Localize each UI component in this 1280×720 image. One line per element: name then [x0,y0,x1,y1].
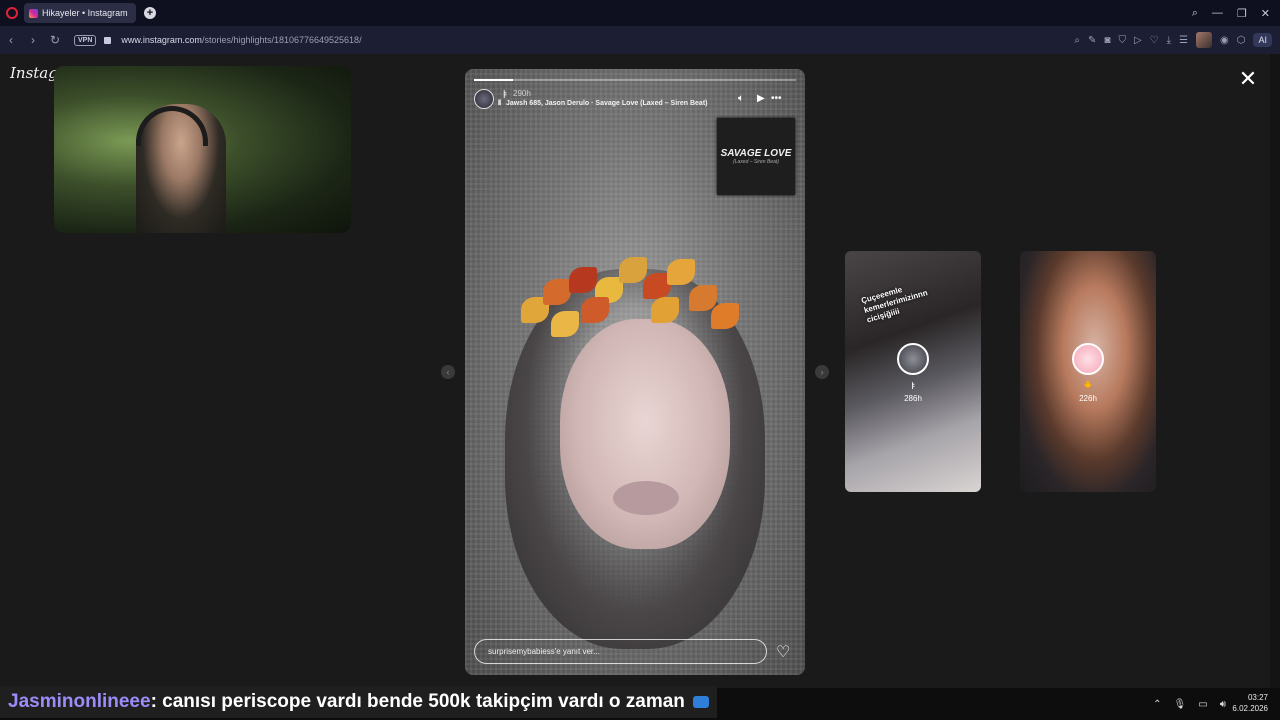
previous-story-icon[interactable]: ‹ [441,365,455,379]
url-host: www.instagram.com [121,35,202,45]
volume-icon[interactable]: 🔊︎ [1220,699,1226,710]
reload-button[interactable]: ↻ [44,33,66,47]
webcam-overlay [54,66,351,233]
story-music[interactable]: ⦀ Jawsh 685, Jason Derulo · Savage Love … [498,100,707,108]
album-subtitle: (Laxed – Siren Beat) [733,159,779,165]
side-story[interactable]: 🐥 226h [1020,251,1156,492]
tab-bar: Hikayeler • Instagram + ⌕ — ❐ ✕ [0,0,1280,26]
extension-icon[interactable]: ◉ [1220,35,1229,46]
leaf [543,279,571,305]
chat-badge-icon [692,696,709,708]
profile-avatar[interactable] [1196,32,1213,48]
leaf [581,297,609,323]
clock-date: 6.02.2026 [1232,704,1268,713]
leaf [667,259,695,285]
tab-instagram[interactable]: Hikayeler • Instagram [24,3,136,23]
leaf [619,257,647,283]
active-story[interactable]: ㅑ 290h ⦀ Jawsh 685, Jason Derulo · Savag… [465,69,805,675]
story-lips [613,481,679,515]
lock-icon[interactable] [104,36,112,44]
story-progress-fill [474,79,513,81]
taskbar-clock[interactable]: 03:27 6.02.2026 [1228,692,1268,714]
system-tray: ⌃ 🎙︎ ▭ 🔊︎ [1153,688,1226,720]
minimize-button[interactable]: — [1212,7,1223,19]
url-field[interactable]: www.instagram.com/stories/highlights/181… [121,35,361,45]
restore-button[interactable]: ❐ [1237,7,1247,20]
close-window-button[interactable]: ✕ [1261,7,1270,20]
leaf [689,285,717,311]
leaf [551,311,579,337]
search-tabs-icon[interactable]: ⌕ [1192,7,1198,20]
cube-icon[interactable]: ⬡ [1237,35,1246,46]
story-time: 290h [513,89,531,98]
side-story-time: 226h [1079,394,1097,403]
new-tab-button[interactable]: + [144,7,156,19]
download-icon[interactable]: ⤓ [1167,35,1171,46]
display-icon[interactable]: ▭ [1198,699,1207,710]
menu-icon[interactable]: ☰ [1179,35,1188,46]
side-story[interactable]: Çuçeeemle kemerlerimizinnn cicişiğiiii ㅑ… [845,251,981,492]
chat-overlay: Jasminonlineee : canısı periscope vardı … [0,686,717,718]
story-avatar[interactable] [474,89,494,109]
side-story-username: 🐥 [1083,382,1093,389]
next-story-icon[interactable]: › [815,365,829,379]
play-icon[interactable]: ▷ [1134,35,1142,46]
side-story-avatar [1072,343,1104,375]
more-options-icon[interactable]: ••• [771,93,782,104]
music-bars-icon: ⦀ [498,100,502,107]
side-story-username: ㅑ [909,383,917,390]
address-bar-actions: ⌕ ✎ ◙ ⛉ ▷ ♡ ⤓ ☰ ◉ ⬡ AI [1074,26,1272,54]
leaf-crown-filter [521,249,751,339]
shield-icon[interactable]: ⛉ [1118,35,1126,46]
camera-icon[interactable]: ◙ [1104,35,1110,46]
album-cover: SAVAGE LOVE (Laxed – Siren Beat) [717,118,795,195]
chat-message: : canısı periscope vardı bende 500k taki… [150,691,685,712]
heart-icon[interactable]: ♡ [1150,35,1159,46]
tray-expand-icon[interactable]: ⌃ [1153,699,1161,710]
leaf [651,297,679,323]
leaf [569,267,597,293]
edit-icon[interactable]: ✎ [1088,35,1096,46]
tab-title: Hikayeler • Instagram [42,8,128,18]
album-title: SAVAGE LOVE [720,148,792,159]
url-path: /stories/highlights/18106776649525618/ [201,35,362,45]
forward-button[interactable]: › [22,33,44,47]
reply-input[interactable]: surprisemybabiess'e yanıt ver... [474,639,767,664]
close-story-icon[interactable]: ✕ [1238,66,1258,91]
side-story-time: 286h [904,394,922,403]
vpn-badge[interactable]: VPN [74,34,97,46]
instagram-favicon-icon [29,8,38,18]
address-bar: ‹ › ↻ VPN www.instagram.com/stories/high… [0,26,1280,54]
side-story-avatar [897,343,929,375]
scrollbar[interactable] [1270,54,1280,688]
like-heart-icon[interactable]: ♡ [776,642,790,662]
zoom-icon[interactable]: ⌕ [1074,35,1080,46]
back-button[interactable]: ‹ [0,33,22,47]
story-progress-bar [474,79,796,81]
chat-username: Jasminonlineee [8,691,151,712]
clock-time: 03:27 [1247,693,1268,702]
microphone-icon[interactable]: 🎙︎ [1174,699,1187,710]
mute-icon[interactable]: 🔈︎ [738,93,744,104]
ai-button[interactable]: AI [1253,33,1272,47]
window-controls: ⌕ — ❐ ✕ [1192,0,1280,26]
play-pause-icon[interactable]: ▶ [757,93,765,104]
leaf [711,303,739,329]
music-title: Jawsh 685, Jason Derulo · Savage Love (L… [505,100,708,107]
story-username[interactable]: ㅑ [501,89,508,100]
opera-logo-icon[interactable] [6,7,18,19]
story-sticker-text: Çuçeeemle kemerlerimizinnn cicişiğiiii [860,279,932,326]
